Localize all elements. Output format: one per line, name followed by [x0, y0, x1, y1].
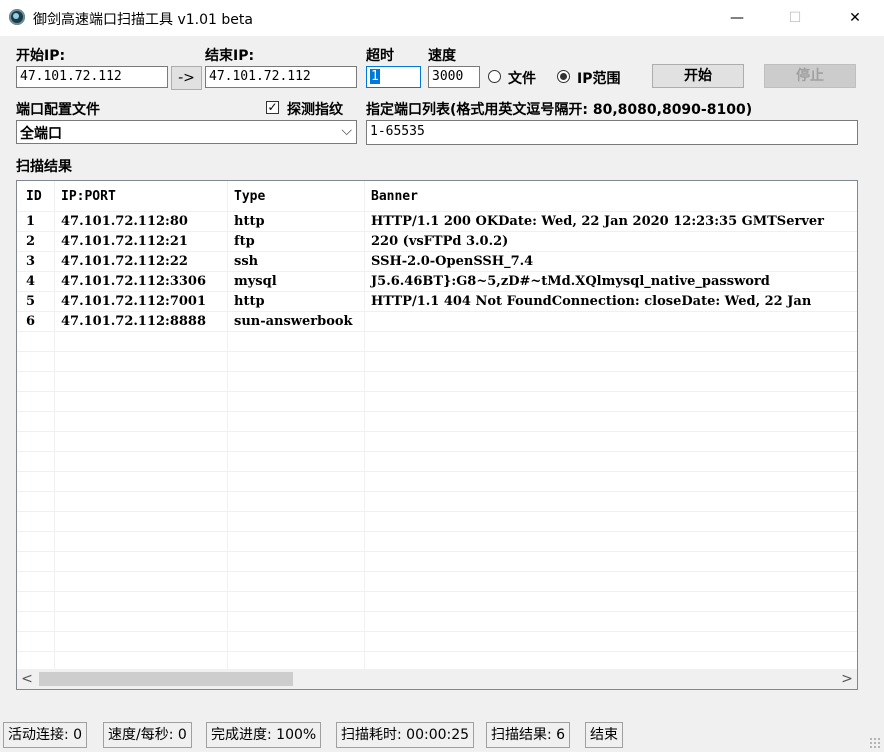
grid-line [17, 491, 857, 492]
start-ip-input[interactable]: 47.101.72.112 [16, 66, 168, 88]
timeout-value: 1 [370, 69, 380, 84]
title-bar: 御剑高速端口扫描工具 v1.01 beta — ☐ ✕ [0, 0, 884, 36]
table-row[interactable]: 1 47.101.72.112:80 http HTTP/1.1 200 OKD… [17, 212, 857, 232]
port-config-label: 端口配置文件 [16, 102, 100, 118]
cell-type: ftp [234, 234, 255, 249]
status-progress: 完成进度: 100% [206, 722, 322, 748]
cell-type: http [234, 214, 265, 229]
status-bar: 活动连接: 0 速度/每秒: 0 完成进度: 100% 扫描耗时: 00:00:… [0, 722, 884, 752]
port-config-value: 全端口 [20, 126, 62, 142]
grid-header: ID IP:PORT Type Banner [17, 181, 857, 211]
ip-range-label: IP范围 [577, 71, 621, 87]
grid-line [17, 591, 857, 592]
speed-input[interactable]: 3000 [428, 66, 480, 88]
cell-ipport: 47.101.72.112:80 [61, 214, 188, 229]
grid-line [17, 651, 857, 652]
cell-banner: 220 (vsFTPd 3.0.2) [371, 234, 509, 249]
results-label: 扫描结果 [16, 159, 72, 175]
file-mode-label: 文件 [508, 71, 536, 87]
ip-range-radio[interactable] [557, 70, 570, 83]
table-row[interactable]: 2 47.101.72.112:21 ftp 220 (vsFTPd 3.0.2… [17, 232, 857, 252]
chevron-down-icon: ⌵ [341, 123, 352, 139]
grid-line [17, 351, 857, 352]
cell-banner: SSH-2.0-OpenSSH_7.4 [371, 254, 534, 269]
close-button[interactable]: ✕ [826, 0, 884, 36]
fingerprint-label: 探测指纹 [287, 102, 343, 118]
grid-line [17, 431, 857, 432]
table-row[interactable]: 6 47.101.72.112:8888 sun-answerbook [17, 312, 857, 332]
table-row[interactable]: 3 47.101.72.112:22 ssh SSH-2.0-OpenSSH_7… [17, 252, 857, 272]
app-icon [9, 9, 25, 25]
grid-line [17, 511, 857, 512]
col-header-ipport[interactable]: IP:PORT [61, 189, 116, 204]
grid-line [17, 471, 857, 472]
cell-type: sun-answerbook [234, 314, 353, 329]
col-header-id[interactable]: ID [26, 189, 42, 204]
cell-id: 1 [26, 214, 36, 229]
cell-banner: J5.6.46BT}:G8~5,zD#~tMd.XQlmysql_native_… [371, 274, 770, 289]
port-config-select[interactable]: 全端口 ⌵ [16, 120, 357, 144]
grid-line [17, 411, 857, 412]
status-state: 结束 [585, 722, 623, 748]
timeout-label: 超时 [366, 48, 394, 64]
table-row[interactable]: 5 47.101.72.112:7001 http HTTP/1.1 404 N… [17, 292, 857, 312]
status-elapsed: 扫描耗时: 00:00:25 [336, 722, 475, 748]
scroll-right-button[interactable]: > [837, 669, 857, 689]
timeout-input[interactable]: 1 [366, 66, 421, 88]
grid-line [17, 391, 857, 392]
horizontal-scrollbar[interactable]: < > [17, 669, 857, 689]
cell-ipport: 47.101.72.112:8888 [61, 314, 207, 329]
port-list-input[interactable]: 1-65535 [366, 120, 858, 145]
cell-ipport: 47.101.72.112:22 [61, 254, 188, 269]
cell-id: 3 [26, 254, 36, 269]
file-mode-radio[interactable] [488, 70, 501, 83]
cell-id: 2 [26, 234, 36, 249]
window-title: 御剑高速端口扫描工具 v1.01 beta [33, 12, 253, 28]
fingerprint-checkbox[interactable]: ✓ [266, 101, 279, 114]
end-ip-input[interactable]: 47.101.72.112 [205, 66, 357, 88]
end-ip-label: 结束IP: [205, 48, 255, 64]
cell-id: 6 [26, 314, 36, 329]
start-button[interactable]: 开始 [652, 64, 744, 88]
cell-banner: HTTP/1.1 200 OKDate: Wed, 22 Jan 2020 12… [371, 214, 824, 229]
port-list-label: 指定端口列表(格式用英文逗号隔开: 80,8080,8090-8100) [366, 102, 753, 118]
col-header-banner[interactable]: Banner [371, 189, 418, 204]
grid-line [17, 531, 857, 532]
maximize-button[interactable]: ☐ [766, 0, 824, 36]
grid-line [17, 611, 857, 612]
grid-line [17, 631, 857, 632]
cell-type: http [234, 294, 265, 309]
start-ip-label: 开始IP: [16, 48, 66, 64]
minimize-button[interactable]: — [708, 0, 766, 36]
scroll-left-button[interactable]: < [17, 669, 37, 689]
grid-line [17, 371, 857, 372]
scroll-thumb[interactable] [39, 672, 293, 686]
status-result-count: 扫描结果: 6 [486, 722, 571, 748]
table-row[interactable]: 4 47.101.72.112:3306 mysql J5.6.46BT}:G8… [17, 272, 857, 292]
status-active-connections: 活动连接: 0 [3, 722, 88, 748]
cell-ipport: 47.101.72.112:3306 [61, 274, 207, 289]
speed-label: 速度 [428, 48, 456, 64]
resize-grip-icon[interactable] [869, 737, 881, 749]
cell-ipport: 47.101.72.112:21 [61, 234, 188, 249]
grid-line [17, 451, 857, 452]
results-grid[interactable]: ID IP:PORT Type Banner 1 47.101.72.112:8… [16, 180, 858, 690]
stop-button[interactable]: 停止 [764, 64, 856, 88]
grid-line [17, 551, 857, 552]
cell-banner: HTTP/1.1 404 Not FoundConnection: closeD… [371, 294, 812, 309]
copy-ip-button[interactable]: -> [171, 66, 202, 90]
status-speed: 速度/每秒: 0 [103, 722, 192, 748]
cell-id: 4 [26, 274, 36, 289]
cell-type: mysql [234, 274, 277, 289]
cell-ipport: 47.101.72.112:7001 [61, 294, 207, 309]
cell-type: ssh [234, 254, 259, 269]
col-header-type[interactable]: Type [234, 189, 265, 204]
grid-line [17, 571, 857, 572]
cell-id: 5 [26, 294, 36, 309]
